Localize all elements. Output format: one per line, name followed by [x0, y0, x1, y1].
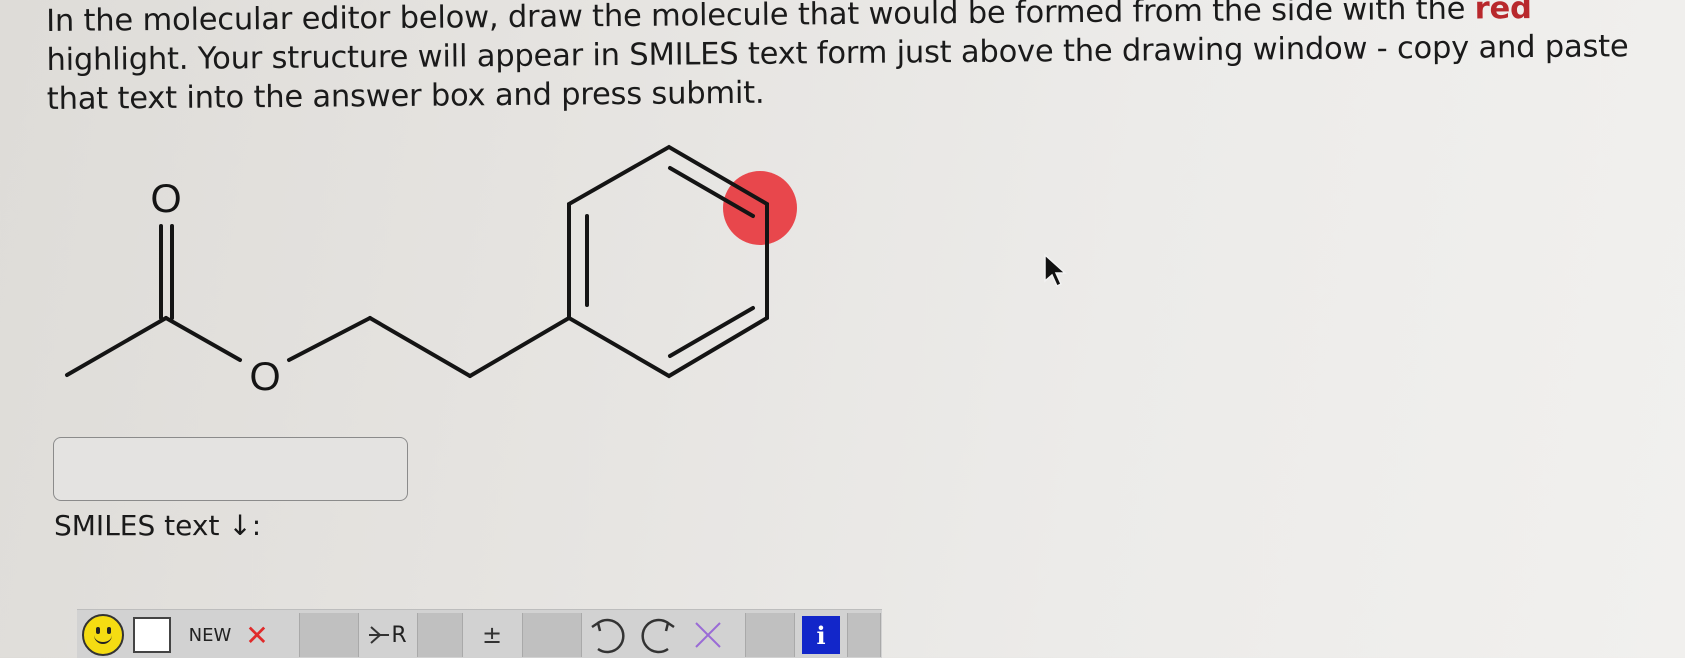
- erase-button[interactable]: [687, 613, 729, 657]
- bond-ch2-ring: [468, 316, 571, 378]
- atom-label-carbonyl-oxygen: O: [150, 177, 181, 221]
- smiley-button[interactable]: [80, 613, 126, 657]
- delete-x-icon: ✕: [245, 618, 269, 652]
- info-icon: i: [802, 616, 840, 654]
- delete-button[interactable]: ✕: [237, 613, 277, 657]
- undo-icon: [591, 618, 625, 654]
- erase-x-icon: [695, 622, 721, 648]
- bond-ch2-ch2: [368, 316, 472, 378]
- redo-icon: [641, 618, 675, 654]
- molecule-structure: O O: [65, 144, 797, 399]
- atom-label-ester-oxygen: O: [249, 355, 280, 399]
- new-button[interactable]: NEW: [185, 613, 235, 657]
- new-blank-button[interactable]: [130, 613, 174, 657]
- charge-button[interactable]: ±: [467, 613, 517, 657]
- toolbar-spacer-1: [299, 613, 359, 657]
- rgroup-arrow-icon: [369, 626, 390, 644]
- charge-icon: ±: [481, 621, 503, 649]
- rgroup-label: R: [391, 622, 407, 648]
- toolbar-spacer-4: [745, 613, 795, 657]
- smiles-answer-input[interactable]: [53, 437, 408, 501]
- rgroup-button[interactable]: R: [362, 613, 412, 657]
- smiles-text-label: SMILES text ↓:: [54, 509, 262, 542]
- toolbar-spacer-2: [417, 613, 463, 657]
- bond-carbonyl-ester-oxygen: [164, 316, 242, 362]
- bond-ester-oxygen-ch2: [287, 316, 372, 362]
- editor-toolbar: NEW ✕ R ± i: [77, 609, 882, 658]
- red-highlight-marker: [723, 171, 797, 245]
- toolbar-spacer-3: [522, 613, 582, 657]
- new-label: NEW: [188, 624, 232, 646]
- toolbar-spacer-5: [847, 613, 881, 657]
- redo-button[interactable]: [634, 613, 684, 657]
- blank-square-icon: [133, 617, 171, 653]
- bond-methyl-carbonyl: [65, 316, 168, 377]
- info-button[interactable]: i: [799, 613, 843, 657]
- smiley-icon: [82, 614, 124, 656]
- mouse-cursor-icon: [1044, 253, 1067, 288]
- undo-button[interactable]: [582, 613, 632, 657]
